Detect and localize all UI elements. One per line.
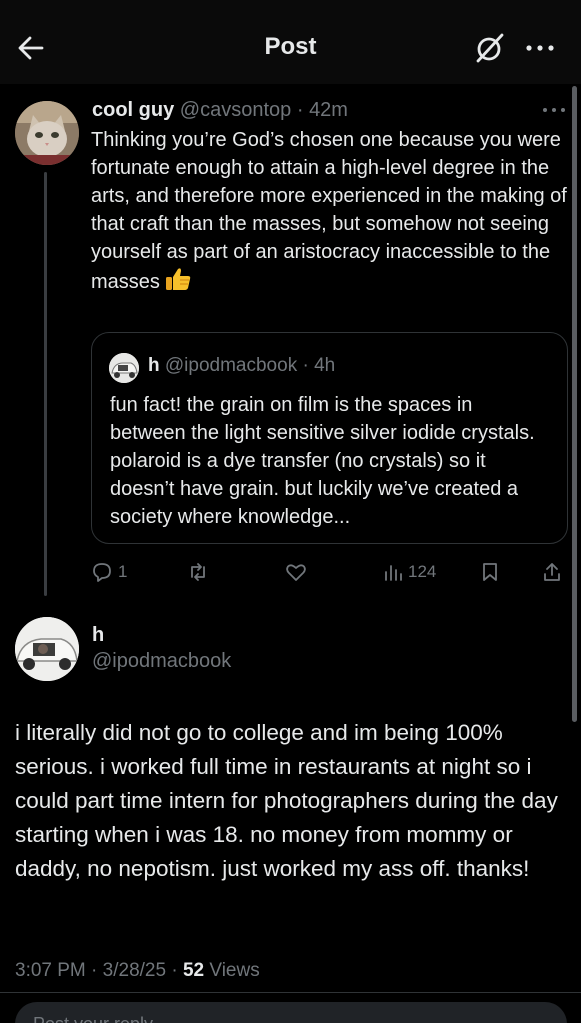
views-count: 124 [408,562,437,581]
views-button[interactable]: 124 [382,558,436,586]
share-button[interactable] [540,558,564,586]
action-bar: 1 124 [88,558,572,586]
more-icon [526,45,554,51]
reply-author-handle[interactable]: @ipodmacbook [92,650,231,673]
more-icon [543,108,565,112]
avatar[interactable] [15,101,79,165]
tweet-more-button[interactable] [540,102,568,118]
reply-composer-input[interactable] [15,1002,567,1023]
divider [0,992,581,993]
author-handle[interactable]: @cavsontop [180,99,291,121]
reply-count: 1 [118,562,128,581]
reply-author-name[interactable]: h [92,624,104,647]
post-screen: Post cool guy @cavsontop · 42m Thinking … [0,0,581,1023]
post-date: 3/28/25 [102,960,167,981]
bookmark-icon [483,563,497,581]
thumbs-up-icon [164,266,192,300]
reply-avatar[interactable] [15,617,79,681]
thread-line [44,172,47,596]
more-options-button[interactable] [520,30,560,66]
tweet-time: 42m [309,99,348,121]
tweet-header: cool guy @cavsontop · 42m [92,99,348,121]
car-photo-icon [109,353,139,383]
grok-icon [476,33,504,63]
grok-button[interactable] [472,30,508,66]
quoted-post[interactable]: h @ipodmacbook · 4h fun fact! the grain … [91,332,568,544]
bookmark-button[interactable] [478,558,502,586]
quote-text: fun fact! the grain on film is the space… [110,394,535,528]
author-name[interactable]: cool guy [92,99,174,121]
quote-avatar [109,353,139,383]
tweet-body: Thinking you’re God’s chosen one because… [91,129,567,293]
tweet-text: Thinking you’re God’s chosen one because… [91,126,571,300]
reply-icon [93,563,111,582]
reply-text: i literally did not go to college and im… [15,720,558,881]
heart-icon [286,564,306,581]
repost-icon [191,563,205,581]
post-time: 3:07 PM [15,960,86,981]
share-icon [544,563,560,581]
post-views-label: Views [209,960,260,981]
reply-button[interactable]: 1 [90,558,127,586]
analytics-icon [385,565,402,581]
post-views-count: 52 [182,960,205,981]
top-bar: Post [0,0,581,84]
scrollbar[interactable] [572,86,577,722]
quote-author-name: h [148,355,160,376]
repost-button[interactable] [186,558,210,586]
like-button[interactable] [284,558,308,586]
quote-header: h @ipodmacbook · 4h [148,355,336,376]
quote-author-handle: @ipodmacbook [164,355,298,376]
cat-avatar-icon [15,101,79,165]
post-metadata: 3:07 PM · 3/28/25 · 52 Views [15,960,260,981]
car-photo-icon [15,617,79,681]
quote-time: 4h [314,355,336,376]
